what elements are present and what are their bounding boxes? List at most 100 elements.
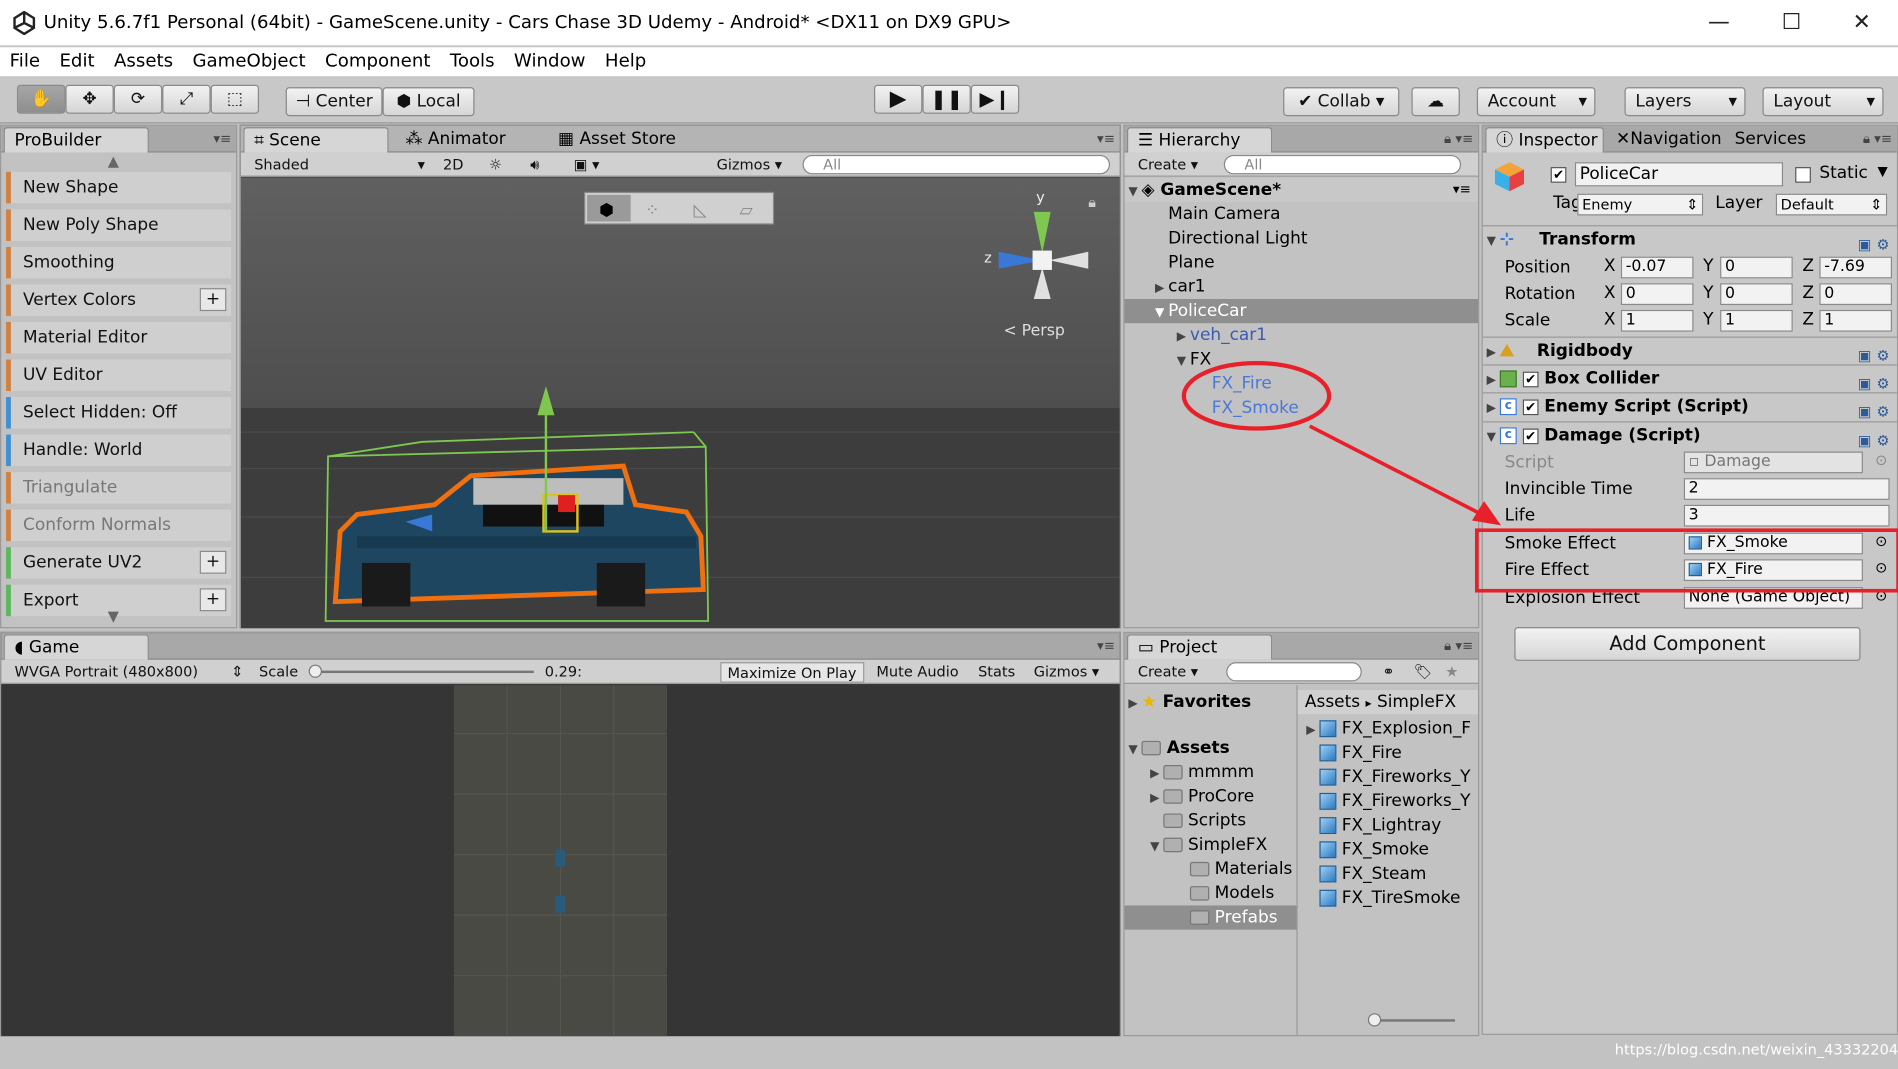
probuilder-button[interactable]: Vertex Colors + (6, 284, 232, 316)
tab-asset-store[interactable]: ▦ Asset Store (548, 127, 685, 152)
tab-game[interactable]: ◖ Game (3, 634, 149, 660)
expand-arrow-icon[interactable]: ▼ (1483, 229, 1500, 256)
tab-services[interactable]: Services (1725, 127, 1816, 152)
face-mode-icon[interactable]: ▱ (740, 199, 753, 219)
life-input[interactable]: 3 (1683, 504, 1890, 527)
layout-dropdown[interactable]: Layout ▾ (1762, 87, 1884, 117)
move-tool-button[interactable]: ✥ (65, 84, 114, 114)
edge-mode-icon[interactable]: ◺ (694, 199, 707, 219)
menu-assets[interactable]: Assets (104, 47, 182, 74)
pivot-center-button[interactable]: ⊣ Center (285, 87, 383, 117)
probuilder-button[interactable]: New Poly Shape (6, 209, 232, 241)
scale-slider-thumb[interactable] (308, 664, 322, 678)
probuilder-mode-toolbar[interactable]: ⬢ ⁘ ◺ ▱ (584, 191, 775, 225)
game-gizmos-dropdown[interactable]: Gizmos ▾ (1028, 662, 1106, 683)
scale-slider-track[interactable] (311, 670, 534, 674)
expand-arrow-icon[interactable]: ▶ (1483, 368, 1500, 395)
lighting-toggle-icon[interactable]: ☼ (483, 155, 508, 176)
scroll-up-arrow-icon[interactable]: ▲ (108, 153, 119, 170)
expand-arrow-icon[interactable]: ▶ (1302, 719, 1319, 743)
probuilder-button[interactable]: Select Hidden: Off (6, 397, 232, 429)
scene-menu-icon[interactable]: ▾≡ (1453, 178, 1471, 202)
rotation-x-label[interactable]: X (1604, 283, 1616, 302)
assets-root-item[interactable]: ▼ Assets (1125, 736, 1297, 760)
plus-icon[interactable]: + (199, 550, 227, 574)
expand-arrow-icon[interactable]: ▶ (1173, 326, 1190, 350)
folder-item-scripts[interactable]: Scripts (1125, 809, 1297, 833)
hierarchy-create-button[interactable]: Create ▾ (1132, 155, 1204, 176)
hierarchy-item-directional-light[interactable]: Directional Light (1125, 226, 1478, 250)
scale-x-label[interactable]: X (1604, 310, 1616, 329)
icon-size-slider-track[interactable] (1370, 1019, 1456, 1022)
tab-scene[interactable]: ⌗ Scene (243, 127, 389, 153)
mute-audio-toggle[interactable]: Mute Audio (870, 662, 964, 683)
folder-item-simplefx[interactable]: ▼ SimpleFX (1125, 833, 1297, 857)
tab-animator[interactable]: ⁂ Animator (396, 127, 516, 152)
panel-menu-icon[interactable]: 🔒︎ ▾≡ (1863, 131, 1892, 148)
fire-effect-field[interactable]: FX_Fire (1683, 559, 1863, 582)
position-y-input[interactable]: 0 (1720, 256, 1793, 279)
scale-tool-button[interactable]: ⤢ (162, 84, 211, 114)
game-viewport[interactable] (1, 685, 1120, 1037)
rotation-y-label[interactable]: Y (1703, 283, 1713, 302)
tag-dropdown[interactable]: Enemy ⇕ (1577, 193, 1704, 216)
scale-y-input[interactable]: 1 (1720, 309, 1793, 332)
expand-arrow-icon[interactable]: ▶ (1483, 340, 1500, 367)
transform-header[interactable]: ▼ ⊹ Transform ▣ ⚙ (1482, 225, 1897, 256)
folder-item-procore[interactable]: ▶ ProCore (1125, 784, 1297, 808)
maximize-on-play-toggle[interactable]: Maximize On Play (720, 662, 864, 683)
scale-y-label[interactable]: Y (1703, 310, 1713, 329)
hierarchy-item-fx-smoke[interactable]: FX_Smoke (1125, 396, 1478, 420)
minimize-button[interactable]: — (1695, 7, 1743, 38)
menu-component[interactable]: Component (315, 47, 440, 74)
rotation-y-input[interactable]: 0 (1720, 283, 1793, 306)
audio-toggle-icon[interactable]: 🔊︎ (524, 155, 545, 176)
expand-arrow-icon[interactable]: ▼ (1173, 350, 1190, 374)
project-create-button[interactable]: Create ▾ (1132, 662, 1204, 683)
tab-inspector[interactable]: ⓘ Inspector (1485, 127, 1604, 153)
folder-item-materials[interactable]: Materials (1125, 857, 1297, 881)
prefab-file-item[interactable]: FX_Smoke (1298, 838, 1478, 862)
damage-script-header[interactable]: ▼ c ✔ Damage (Script) ▣ ⚙ (1482, 421, 1897, 450)
menu-tools[interactable]: Tools (440, 47, 504, 74)
probuilder-button[interactable]: Generate UV2 + (6, 547, 232, 579)
hand-tool-button[interactable]: ✋ (16, 84, 66, 114)
plus-icon[interactable]: + (199, 288, 227, 312)
favorites-item[interactable]: ▶ ★ Favorites (1125, 690, 1297, 714)
hierarchy-item-main-camera[interactable]: Main Camera (1125, 202, 1478, 226)
scene-viewport[interactable]: ⬢ ⁘ ◺ ▱ 🔒︎ y z < Persp (240, 177, 1120, 629)
scale-z-label[interactable]: Z (1802, 310, 1814, 329)
filter-label-icon[interactable]: 🏷︎ (1408, 662, 1439, 683)
effects-toggle-icon[interactable]: ▣ ▾ (568, 155, 606, 176)
probuilder-button[interactable]: Handle: World (6, 434, 232, 467)
rect-tool-button[interactable]: ⬚ (210, 84, 260, 114)
invincible-time-input[interactable]: 2 (1683, 478, 1890, 500)
pause-button[interactable]: ❚❚ (922, 84, 971, 114)
filter-type-icon[interactable]: ⚭ (1376, 662, 1400, 683)
box-collider-enabled-checkbox[interactable]: ✔ (1522, 371, 1539, 387)
rotation-z-label[interactable]: Z (1802, 283, 1814, 302)
probuilder-button[interactable]: UV Editor (6, 359, 232, 391)
probuilder-button[interactable]: Conform Normals (6, 509, 232, 542)
prefab-file-item[interactable]: FX_Fireworks_Y (1298, 765, 1478, 789)
explosion-effect-field[interactable]: None (Game Object) (1683, 587, 1863, 609)
folder-item-mmmm[interactable]: ▶ mmmm (1125, 760, 1297, 784)
damage-script-enabled-checkbox[interactable]: ✔ (1522, 427, 1539, 444)
probuilder-button[interactable]: New Shape (6, 171, 232, 204)
resolution-dropdown[interactable]: WVGA Portrait (480x800) ⇕ (8, 662, 248, 683)
tab-hierarchy[interactable]: ☰ Hierarchy (1126, 127, 1273, 153)
persp-label[interactable]: < Persp (1004, 320, 1065, 339)
add-component-button[interactable]: Add Component (1514, 627, 1861, 661)
prefab-file-item[interactable]: FX_Fireworks_Y (1298, 789, 1478, 813)
layer-dropdown[interactable]: Default ⇕ (1775, 193, 1888, 216)
expand-arrow-icon[interactable]: ▼ (1151, 301, 1168, 325)
enemy-script-enabled-checkbox[interactable]: ✔ (1522, 398, 1539, 415)
object-picker-icon[interactable]: ⊙ (1875, 533, 1887, 550)
panel-menu-icon[interactable]: ▾≡ (1097, 131, 1115, 147)
layers-dropdown[interactable]: Layers ▾ (1624, 87, 1746, 117)
rotation-x-input[interactable]: 0 (1620, 283, 1694, 306)
tab-project[interactable]: ▭ Project (1126, 634, 1273, 660)
position-z-label[interactable]: Z (1802, 257, 1814, 276)
rotation-z-input[interactable]: 0 (1819, 283, 1893, 306)
pivot-local-button[interactable]: ⬢ Local (382, 87, 475, 117)
